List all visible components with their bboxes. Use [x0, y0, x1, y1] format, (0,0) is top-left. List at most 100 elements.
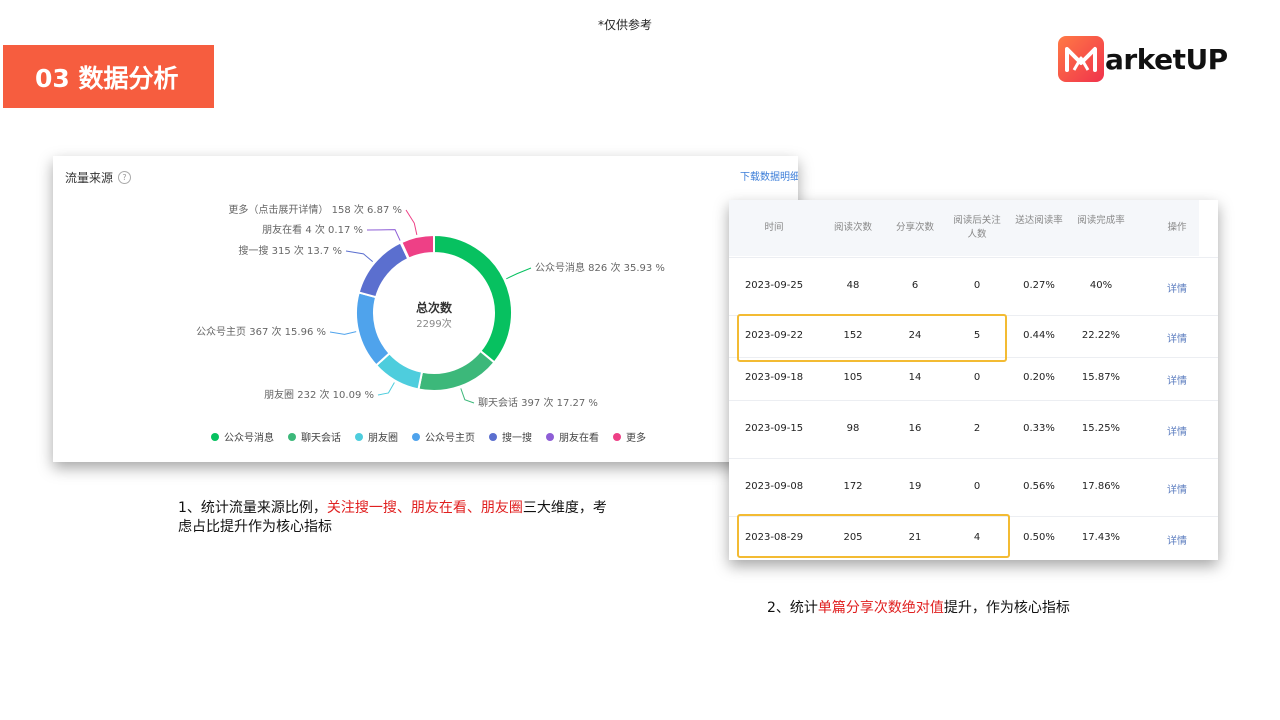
legend-item-6[interactable]: 更多 — [613, 429, 646, 444]
legend-dot-icon — [288, 432, 296, 441]
table-cell: 16 — [908, 423, 922, 434]
leader-line-6 — [405, 209, 418, 235]
legend-label: 更多 — [626, 433, 646, 444]
caption-share-part2: 提升，作为核心指标 — [943, 600, 1070, 616]
legend-dot-icon — [613, 432, 621, 441]
column-header-2: 分享次数 — [895, 222, 935, 233]
leader-line-4 — [345, 250, 374, 262]
column-header-3: 阅读后关注人数 — [953, 215, 1001, 240]
slice-label-4: 搜一搜 315 次 13.7 % — [238, 244, 342, 257]
traffic-source-card: 流量来源 ? 下载数据明细 公众号消息 826 次 35.93 % 聊天会话 39… — [53, 156, 798, 462]
column-header-0: 时间 — [764, 222, 784, 233]
column-header-1: 阅读次数 — [833, 222, 873, 233]
donut-slice-4[interactable] — [357, 241, 410, 299]
row-separator — [729, 400, 1218, 401]
table-cell: 19 — [908, 481, 922, 492]
top-note: *仅供参考 — [597, 18, 652, 32]
brand-logo: arketUP — [1058, 35, 1228, 83]
table-cell: 172 — [843, 481, 863, 492]
table-cell: 98 — [846, 423, 860, 434]
slice-label-0: 公众号消息 826 次 35.93 % — [535, 261, 665, 274]
legend-item-2[interactable]: 朋友圈 — [355, 429, 398, 444]
table-cell: 2023-09-08 — [744, 481, 804, 492]
legend-dot-icon — [355, 432, 363, 441]
legend-dot-icon — [546, 432, 554, 441]
legend-dot-icon — [211, 432, 219, 441]
table-cell: 0.50% — [1023, 532, 1055, 543]
legend-item-3[interactable]: 公众号主页 — [412, 429, 475, 444]
caption-share-highlight: 单篇分享次数绝对值 — [817, 600, 944, 616]
brand-name: arketUP — [1105, 42, 1228, 76]
slice-label-1: 聊天会话 397 次 17.27 % — [478, 396, 598, 409]
column-header-4: 送达阅读率 — [1015, 215, 1063, 226]
leader-line-1 — [460, 388, 475, 404]
table-cell: 0.56% — [1023, 481, 1055, 492]
legend-dot-icon — [412, 432, 420, 441]
leader-line-2 — [377, 382, 395, 396]
legend-item-1[interactable]: 聊天会话 — [288, 429, 341, 444]
table-cell: 2023-09-18 — [744, 372, 804, 383]
highlight-box — [737, 514, 1010, 558]
leader-line-5 — [366, 229, 401, 241]
table-cell: 0.44% — [1023, 330, 1055, 341]
table-cell: 15.87% — [1081, 372, 1121, 383]
column-header-5: 阅读完成率 — [1077, 215, 1125, 226]
table-cell: 0 — [973, 280, 981, 291]
column-header-6: 操作 — [1167, 222, 1187, 233]
caption-traffic: 1、统计流量来源比例，关注搜一搜、朋友在看、朋友圈三大维度，考虑占比提升作为核心… — [178, 499, 618, 537]
legend-item-4[interactable]: 搜一搜 — [489, 429, 532, 444]
table-cell: 14 — [908, 372, 922, 383]
table-cell: 2023-09-15 — [744, 423, 804, 434]
slice-label-6: 更多（点击展开详情） 158 次 6.87 % — [228, 203, 402, 216]
article-stats-table: 时间 阅读次数 分享次数 阅读后关注人数 送达阅读率 阅读完成率操作 2023-09-25 4… — [729, 200, 1218, 560]
details-link[interactable]: 详情 — [1167, 481, 1187, 496]
highlight-box — [737, 314, 1007, 362]
legend-item-0[interactable]: 公众号消息 — [211, 429, 274, 444]
table-cell: 0.20% — [1023, 372, 1055, 383]
table-cell: 0 — [973, 481, 981, 492]
legend-label: 公众号消息 — [224, 433, 274, 444]
caption-share: 2、统计单篇分享次数绝对值提升，作为核心指标 — [767, 597, 1070, 617]
donut-slice-6[interactable] — [400, 233, 435, 260]
donut-slice-1[interactable] — [417, 349, 496, 392]
center-label: 总次数 — [416, 300, 453, 315]
table-cell: 17.43% — [1081, 532, 1121, 543]
table-cell: 0 — [973, 372, 981, 383]
legend-label: 聊天会话 — [301, 433, 341, 444]
slice-label-2: 朋友圈 232 次 10.09 % — [264, 388, 374, 401]
legend-label: 朋友在看 — [559, 433, 599, 444]
leader-line-0 — [506, 267, 532, 280]
donut-slice-3[interactable] — [355, 291, 391, 367]
donut-chart: 公众号消息 826 次 35.93 % 聊天会话 397 次 17.27 % 朋友圈… — [196, 203, 665, 409]
table-cell: 2 — [973, 423, 981, 434]
table-cell: 2023-09-25 — [744, 280, 804, 291]
details-link[interactable]: 详情 — [1167, 532, 1187, 547]
table-cell: 48 — [846, 280, 860, 291]
legend-label: 搜一搜 — [502, 433, 532, 444]
table-cell: 6 — [911, 280, 919, 291]
table-cell: 40% — [1089, 280, 1113, 291]
logo-m-icon — [1058, 36, 1104, 82]
section-title: 03 数据分析 — [3, 45, 214, 108]
legend-dot-icon — [489, 432, 497, 441]
slice-label-3: 公众号主页 367 次 15.96 % — [196, 325, 326, 338]
center-value: 2299次 — [416, 317, 451, 330]
slice-label-5: 朋友在看 4 次 0.17 % — [262, 223, 363, 236]
table-cell: 105 — [843, 372, 863, 383]
caption-traffic-highlight: 关注搜一搜、朋友在看、朋友圈 — [326, 500, 523, 516]
table-cell: 0.27% — [1023, 280, 1055, 291]
chart-legend: 公众号消息 聊天会话 朋友圈 公众号主页 搜一搜 朋友在看 更多 — [211, 429, 646, 444]
caption-traffic-part1: 1、统计流量来源比例， — [178, 500, 327, 516]
details-link[interactable]: 详情 — [1167, 330, 1187, 345]
details-link[interactable]: 详情 — [1167, 280, 1187, 295]
details-link[interactable]: 详情 — [1167, 423, 1187, 438]
legend-item-5[interactable]: 朋友在看 — [546, 429, 599, 444]
table-cell: 0.33% — [1023, 423, 1055, 434]
table-cell: 15.25% — [1081, 423, 1121, 434]
leader-line-3 — [329, 331, 357, 335]
donut-slice-0[interactable] — [433, 233, 513, 364]
details-link[interactable]: 详情 — [1167, 372, 1187, 387]
row-separator — [729, 458, 1218, 459]
caption-share-part1: 2、统计 — [767, 600, 818, 616]
table-cell: 22.22% — [1081, 330, 1121, 341]
